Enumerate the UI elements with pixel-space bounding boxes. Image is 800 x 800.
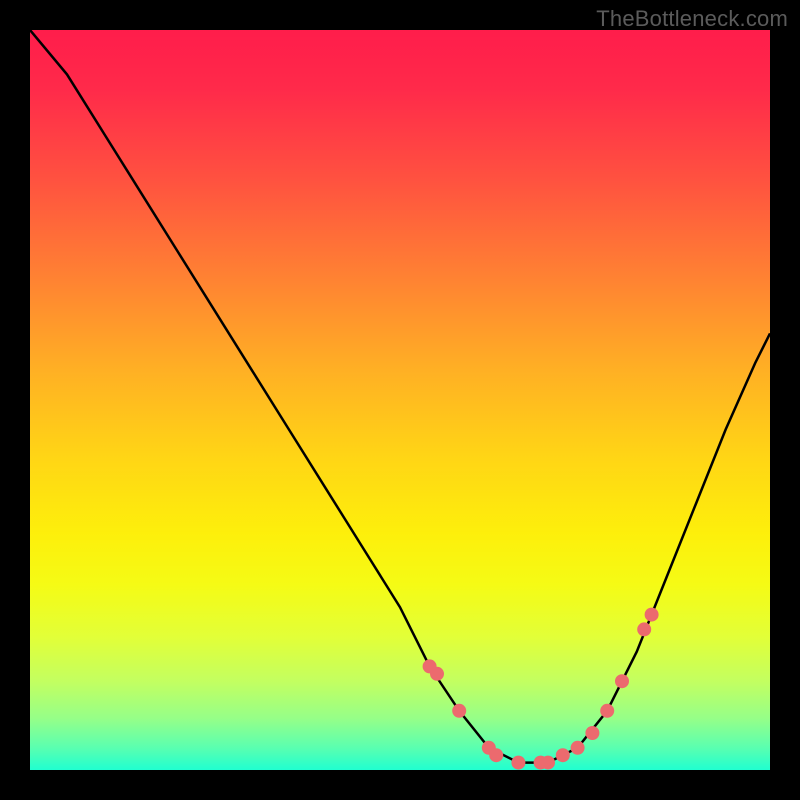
sample-dot bbox=[452, 704, 466, 718]
sample-dot bbox=[585, 726, 599, 740]
sample-dot bbox=[511, 756, 525, 770]
curve-layer bbox=[30, 30, 770, 770]
sample-dot bbox=[637, 622, 651, 636]
sample-dot bbox=[600, 704, 614, 718]
plot-area bbox=[30, 30, 770, 770]
sample-dot bbox=[645, 608, 659, 622]
bottleneck-curve bbox=[30, 30, 770, 763]
watermark-text: TheBottleneck.com bbox=[596, 6, 788, 32]
sample-dot bbox=[556, 748, 570, 762]
sample-dot bbox=[615, 674, 629, 688]
sample-dot bbox=[430, 667, 444, 681]
sample-dot bbox=[541, 756, 555, 770]
highlight-dots bbox=[423, 608, 659, 770]
sample-dot bbox=[489, 748, 503, 762]
sample-dot bbox=[571, 741, 585, 755]
chart-frame: TheBottleneck.com bbox=[0, 0, 800, 800]
